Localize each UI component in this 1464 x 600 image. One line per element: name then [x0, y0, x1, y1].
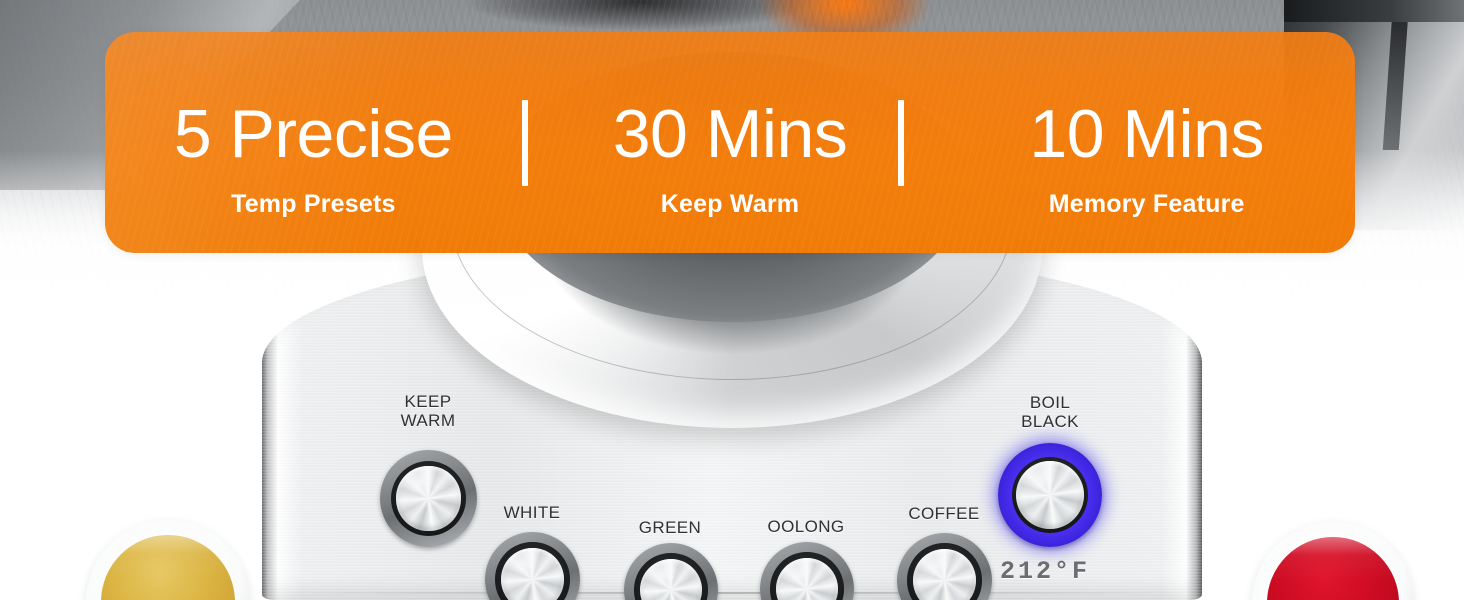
feature-divider-2 — [898, 100, 904, 186]
feature-cell-memory: 10 Mins Memory Feature — [938, 32, 1355, 253]
feature-caption-keep-warm: Keep Warm — [660, 189, 800, 218]
knob-metal-cap — [1015, 460, 1085, 530]
feature-banner-row: 5 Precise Temp Presets 30 Mins Keep Warm… — [105, 32, 1355, 253]
button-label-keep-warm: KEEP WARM — [400, 392, 456, 430]
feature-caption-memory: Memory Feature — [1048, 189, 1245, 218]
button-boil-black[interactable] — [998, 443, 1102, 547]
knob-metal-cap — [501, 548, 564, 600]
button-keep-warm[interactable] — [380, 450, 477, 547]
feature-headline-keep-warm: 30 Mins — [612, 95, 848, 172]
feature-caption-temp-presets: Temp Presets — [231, 189, 396, 218]
button-label-coffee: COFFEE — [908, 504, 980, 523]
knob-metal-cap — [396, 466, 461, 531]
button-label-white: WHITE — [503, 503, 561, 522]
red-tea-cup — [1252, 522, 1414, 600]
feature-headline-memory: 10 Mins — [1029, 95, 1264, 172]
green-tea-cup — [86, 520, 250, 600]
feature-headline-temp-presets: 5 Precise — [173, 95, 453, 172]
control-panel-seam — [292, 592, 1172, 594]
feature-banner: 5 Precise Temp Presets 30 Mins Keep Warm… — [105, 32, 1355, 253]
feature-cell-temp-presets: 5 Precise Temp Presets — [105, 32, 522, 253]
feature-cell-keep-warm: 30 Mins Keep Warm — [522, 32, 939, 253]
feature-divider-1 — [522, 100, 528, 186]
temperature-readout: 212°F — [1000, 557, 1091, 586]
product-feature-banner: KEEP WARM WHITE GREEN OOLONG COFFEE BOIL… — [0, 0, 1464, 600]
button-label-boil-black: BOIL BLACK — [1021, 393, 1079, 431]
button-label-oolong: OOLONG — [767, 517, 845, 536]
button-label-green: GREEN — [638, 518, 702, 537]
